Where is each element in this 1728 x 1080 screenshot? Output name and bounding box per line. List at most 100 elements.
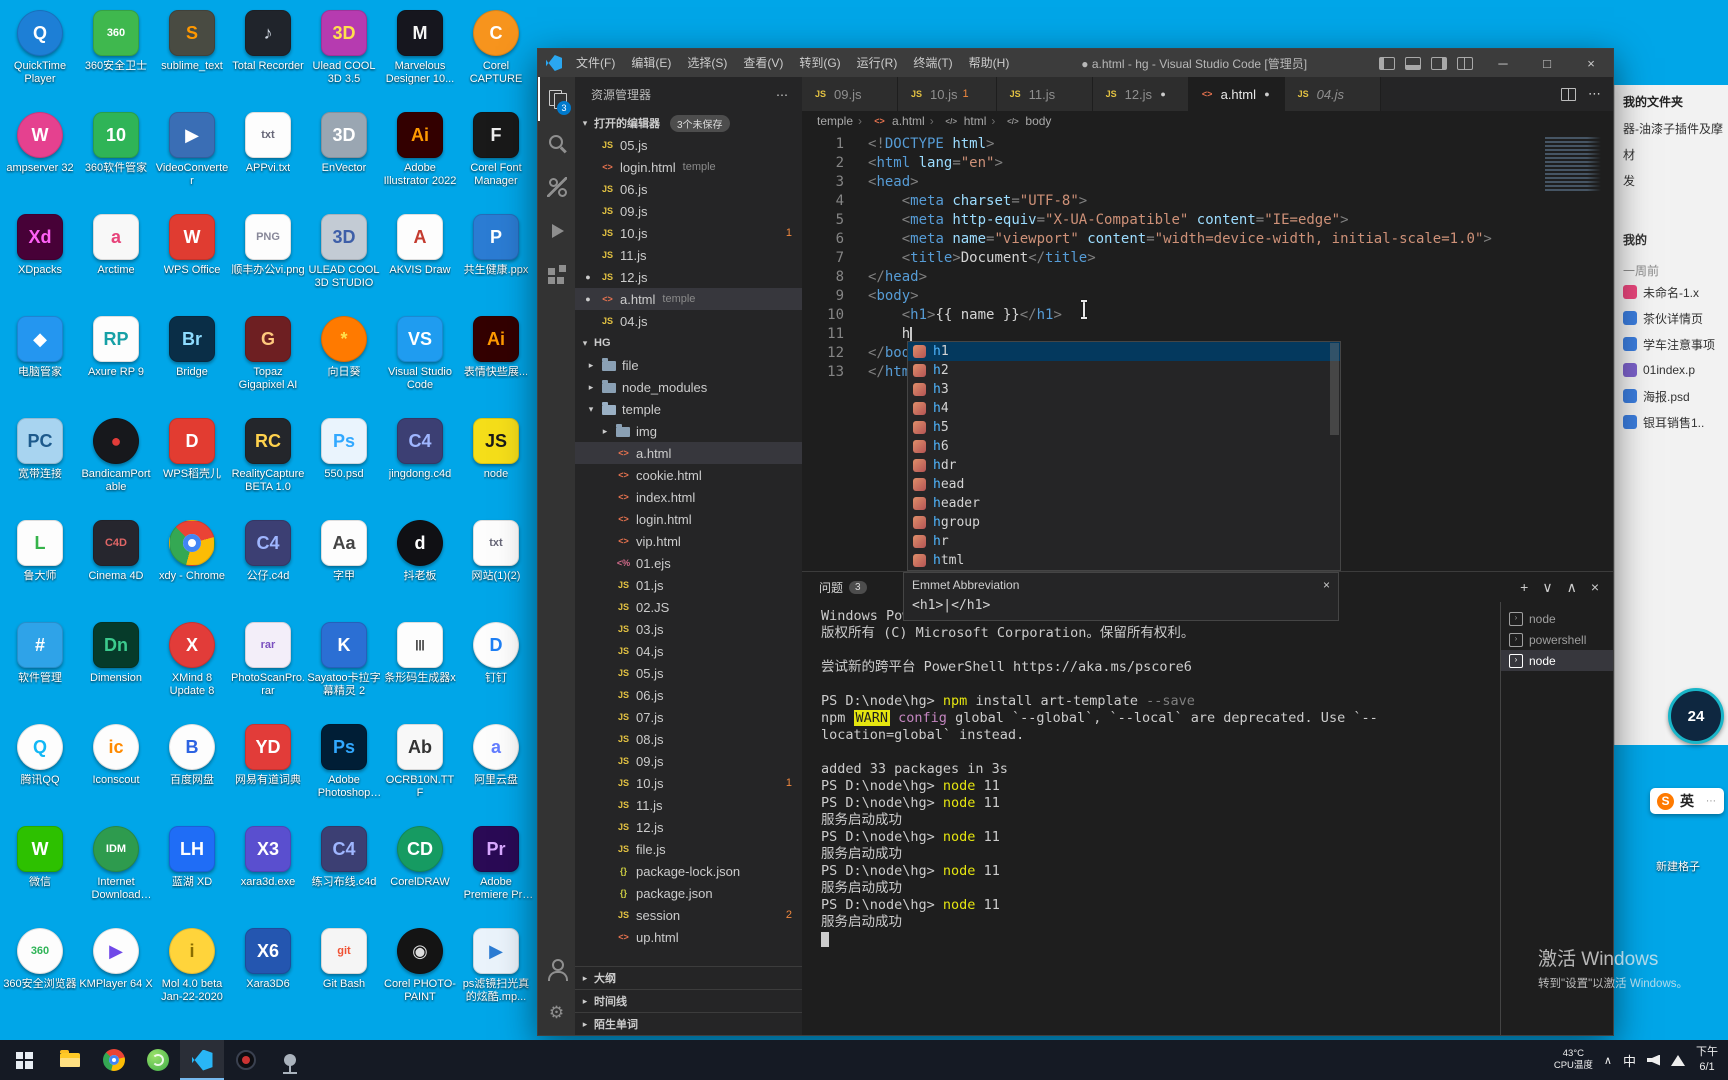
hidden-icons-chevron-icon[interactable]: ∧ — [1604, 1054, 1612, 1067]
open-editor-item[interactable]: 04.js — [575, 310, 802, 332]
desktop-icon[interactable]: C4 公仔.c4d — [230, 514, 306, 616]
desktop-icon[interactable]: PC 宽带连接 — [2, 412, 78, 514]
ime-language-mode[interactable]: 英 — [1680, 791, 1694, 811]
desktop-icon[interactable]: G Topaz Gigapixel AI — [230, 310, 306, 412]
suggest-scrollbar[interactable] — [1330, 343, 1339, 569]
desktop-icon[interactable]: LH 蓝湖 XD — [154, 820, 230, 922]
desktop-icon-label[interactable]: 新建格子 — [1628, 858, 1728, 874]
desktop-icon[interactable]: 3D Ulead COOL 3D 3.5 — [306, 4, 382, 106]
desktop-icon[interactable]: C4D Cinema 4D — [78, 514, 154, 616]
tree-item[interactable]: login.html — [575, 508, 802, 530]
sidebar-section-header[interactable]: ▸ 时间线 — [575, 989, 802, 1012]
recent-file-item[interactable]: 未命名-1.x — [1623, 279, 1728, 305]
sidebar-section-header[interactable]: ▸ 大纲 — [575, 966, 802, 989]
desktop-icon[interactable]: Ps Adobe Photoshop 2022 — [306, 718, 382, 820]
menu-item[interactable]: 帮助(H) — [961, 49, 1018, 77]
tree-item[interactable]: 10.js 1 — [575, 772, 802, 794]
tree-item[interactable]: 11.js — [575, 794, 802, 816]
desktop-icon[interactable]: RP Axure RP 9 — [78, 310, 154, 412]
desktop-icon[interactable]: W 微信 — [2, 820, 78, 922]
suggestion-item[interactable]: html — [908, 551, 1340, 570]
desktop-icon[interactable]: Ai 表情快些展... — [458, 310, 534, 412]
desktop-icon[interactable]: git Git Bash — [306, 922, 382, 1024]
recent-file-item[interactable]: 学车注意事项 — [1623, 331, 1728, 357]
desktop-icon[interactable]: Ps 550.psd — [306, 412, 382, 514]
tree-item[interactable]: 04.js — [575, 640, 802, 662]
taskbar-app[interactable] — [268, 1040, 312, 1080]
taskbar-app[interactable] — [136, 1040, 180, 1080]
toggle-sidebar-icon[interactable] — [1379, 56, 1395, 70]
desktop-icon[interactable]: * 向日葵 — [306, 310, 382, 412]
minimize-button[interactable]: ─ — [1481, 49, 1525, 77]
desktop-icon[interactable]: i Mol 4.0 beta Jan-22-2020 — [154, 922, 230, 1024]
maximize-button[interactable]: □ — [1525, 49, 1569, 77]
suggestion-item[interactable]: h2 — [908, 361, 1340, 380]
tree-item[interactable]: session 2 — [575, 904, 802, 926]
desktop-icon[interactable]: Pr Adobe Premiere Pro 202 — [458, 820, 534, 922]
activity-search[interactable] — [538, 121, 575, 165]
desktop-icon[interactable]: X6 Xara3D6 — [230, 922, 306, 1024]
ime-toolbar[interactable]: S 英 ⋯ — [1650, 788, 1724, 814]
tree-item[interactable]: a.html — [575, 442, 802, 464]
suggestion-item[interactable]: hdr — [908, 456, 1340, 475]
desktop-icon[interactable]: Q 腾讯QQ — [2, 718, 78, 820]
editor-tab[interactable]: 04.js — [1284, 77, 1381, 111]
desktop-icon[interactable]: B 百度网盘 — [154, 718, 230, 820]
volume-icon[interactable] — [1647, 1054, 1660, 1066]
tree-item[interactable]: ▸ img — [575, 420, 802, 442]
desktop-icon[interactable]: ▶ VideoConverter — [154, 106, 230, 208]
taskbar-app[interactable] — [92, 1040, 136, 1080]
terminal-instance[interactable]: › powershell — [1501, 629, 1613, 650]
tree-item[interactable]: index.html — [575, 486, 802, 508]
desktop-icon[interactable]: a Arctime — [78, 208, 154, 310]
tree-item[interactable]: up.html — [575, 926, 802, 948]
desktop-icon[interactable]: # 软件管理 — [2, 616, 78, 718]
open-editor-item[interactable]: 11.js — [575, 244, 802, 266]
tree-item[interactable]: file.js — [575, 838, 802, 860]
desktop-icon[interactable]: D WPS稻壳儿 — [154, 412, 230, 514]
desktop-icon[interactable]: C4 练习布线.c4d — [306, 820, 382, 922]
desktop-icon[interactable]: W WPS Office — [154, 208, 230, 310]
breadcrumb-item[interactable]: temple — [817, 114, 853, 128]
desktop-icon[interactable]: rar PhotoScanPro.rar — [230, 616, 306, 718]
menu-item[interactable]: 文件(F) — [568, 49, 623, 77]
desktop-icon[interactable]: Ab OCRB10N.TTF — [382, 718, 458, 820]
desktop-icon[interactable]: txt 网站(1)(2) — [458, 514, 534, 616]
menu-item[interactable]: 查看(V) — [735, 49, 791, 77]
open-editor-item[interactable]: login.html temple — [575, 156, 802, 178]
suggestion-item[interactable]: h3 — [908, 380, 1340, 399]
tree-item[interactable]: vip.html — [575, 530, 802, 552]
open-editors-header[interactable]: ▾ 打开的编辑器 3个未保存 — [575, 112, 802, 134]
taskbar-app[interactable] — [48, 1040, 92, 1080]
desktop-icon[interactable]: 3D ULEAD COOL 3D STUDIO — [306, 208, 382, 310]
desktop-icon[interactable]: K Sayatoo卡拉字幕精灵 2 — [306, 616, 382, 718]
terminal-output[interactable]: Windows PowerShell 版权所有 (C) Microsoft Cor… — [802, 602, 1500, 1035]
tree-item[interactable]: 01.js — [575, 574, 802, 596]
desktop-icon[interactable]: VS Visual Studio Code — [382, 310, 458, 412]
toggle-panel-icon[interactable] — [1405, 56, 1421, 70]
desktop-icon[interactable]: IDM Internet Download Ma... — [78, 820, 154, 922]
open-editor-item[interactable]: 09.js — [575, 200, 802, 222]
start-button[interactable] — [0, 1040, 48, 1080]
breadcrumb-item[interactable]: body — [986, 114, 1051, 128]
suggestion-item[interactable]: h4 — [908, 399, 1340, 418]
activity-run-debug[interactable] — [538, 209, 575, 253]
tree-item[interactable]: 03.js — [575, 618, 802, 640]
minimap[interactable] — [1545, 137, 1601, 191]
desktop-icon[interactable]: W ampserver 32 — [2, 106, 78, 208]
tree-item[interactable]: 07.js — [575, 706, 802, 728]
desktop-icon[interactable]: L 鲁大师 — [2, 514, 78, 616]
desktop-icon[interactable]: ◉ Corel PHOTO-PAINT — [382, 922, 458, 1024]
workspace-header[interactable]: ▾ HG — [575, 332, 802, 354]
desktop-icon[interactable]: Q QuickTime Player — [2, 4, 78, 106]
maximize-panel-icon[interactable]: ∧ — [1567, 579, 1577, 596]
suggestion-item[interactable]: hr — [908, 532, 1340, 551]
more-actions-icon[interactable]: ⋯ — [1588, 86, 1601, 102]
desktop-icon[interactable]: A AKVIS Draw — [382, 208, 458, 310]
editor-tab[interactable]: a.html ● — [1188, 77, 1285, 111]
activity-account[interactable] — [538, 947, 575, 991]
suggestion-item[interactable]: header — [908, 494, 1340, 513]
suggestion-item[interactable]: h5 — [908, 418, 1340, 437]
recent-file-item[interactable]: 海报.psd — [1623, 383, 1728, 409]
menu-item[interactable]: 编辑(E) — [623, 49, 679, 77]
